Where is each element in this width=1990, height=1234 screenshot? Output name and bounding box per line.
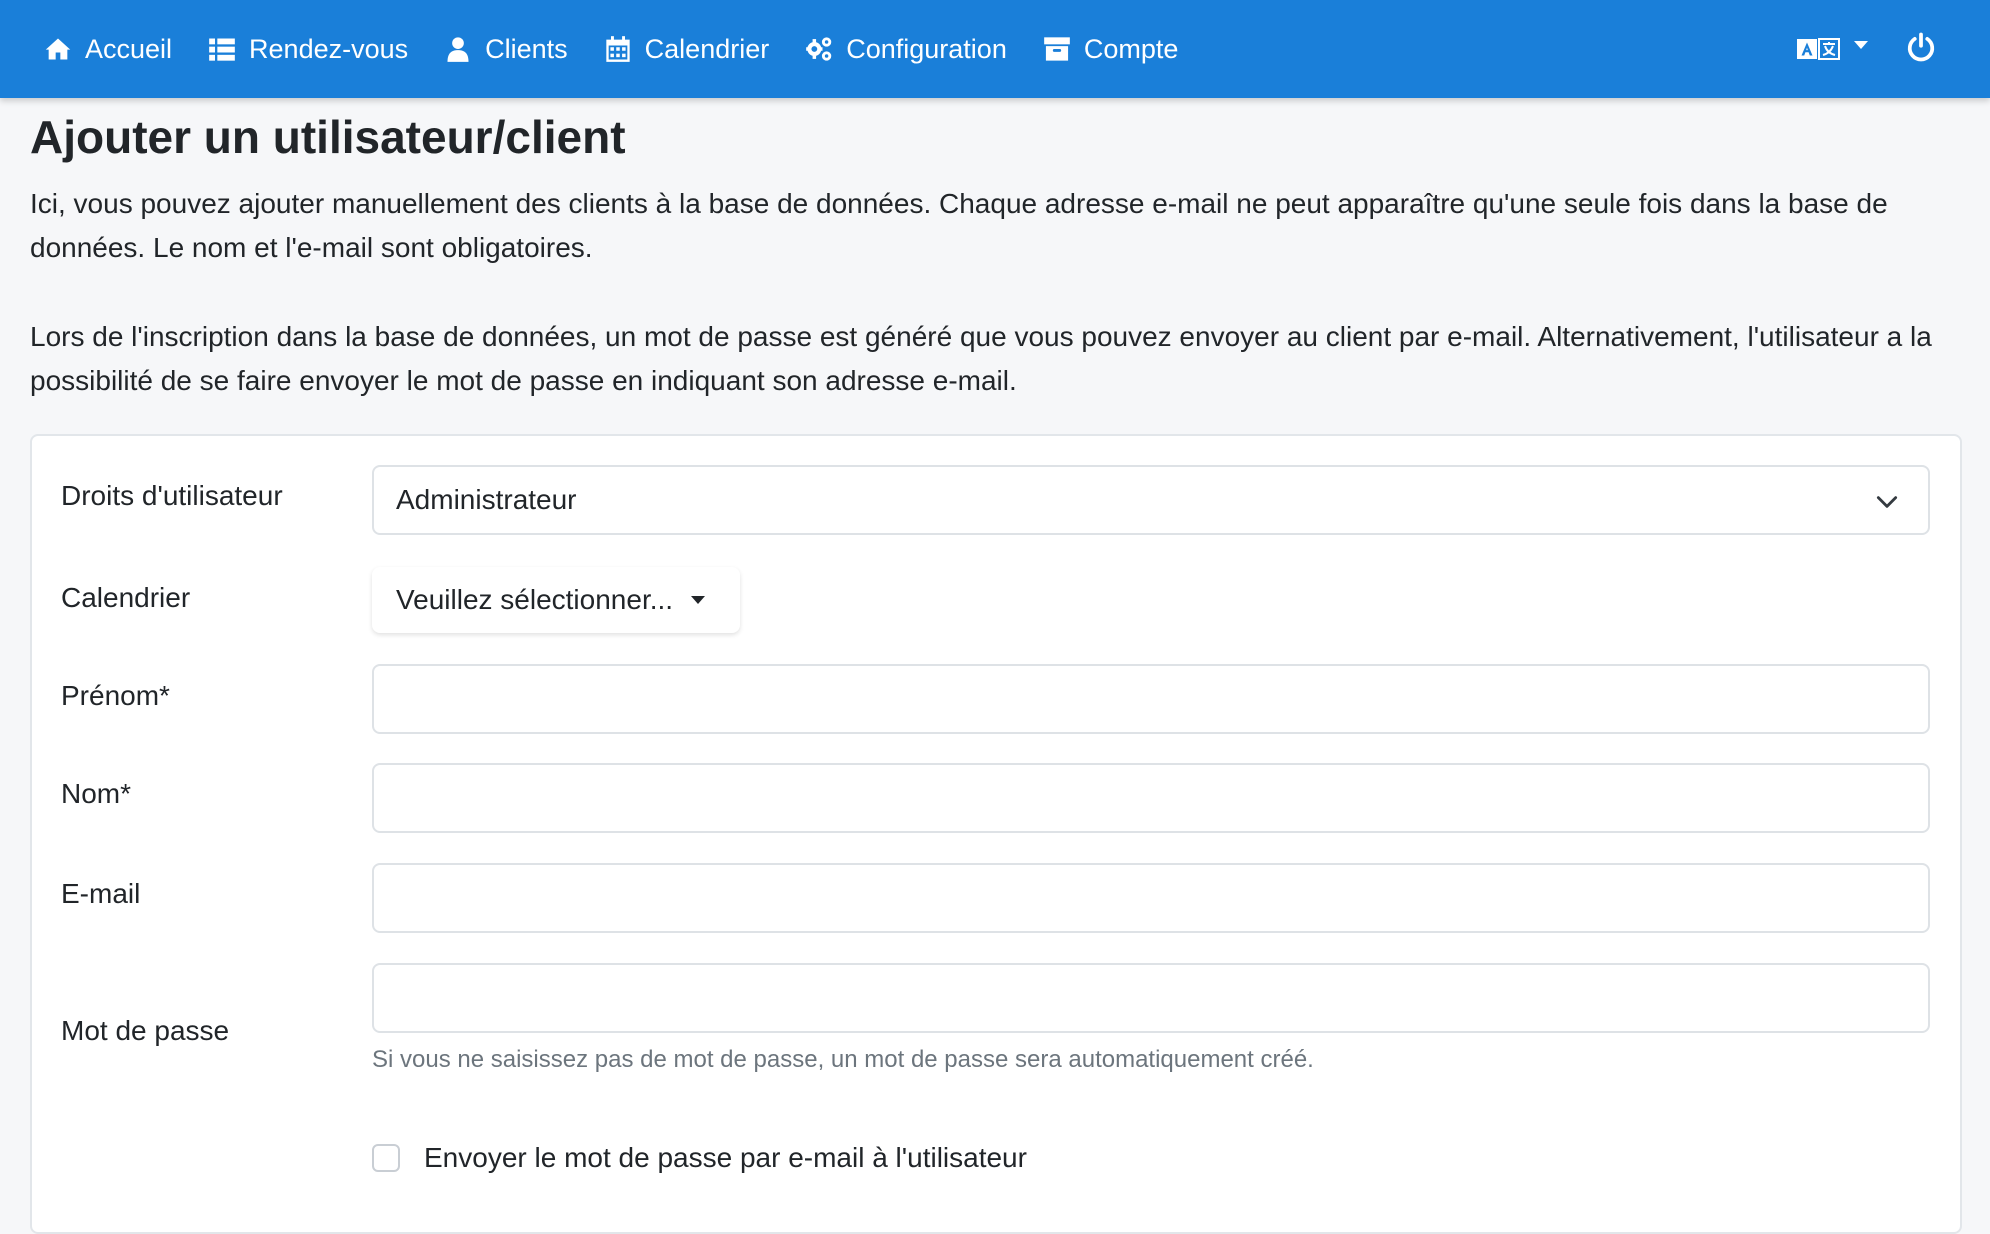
chevron-down-icon — [1876, 496, 1898, 508]
calendar-selected-value: Veuillez sélectionner... — [396, 584, 674, 615]
nav-item-compte[interactable]: Compte — [1043, 33, 1179, 65]
nav-item-configuration[interactable]: Configuration — [805, 34, 1007, 65]
nav-item-rendez-vous[interactable]: Rendez-vous — [208, 34, 408, 65]
rights-label: Droits d'utilisateur — [61, 480, 283, 511]
password-input[interactable] — [372, 963, 1930, 1033]
lastname-label: Nom* — [61, 778, 132, 809]
nav-item-label: Clients — [485, 33, 568, 64]
nav-item-clients[interactable]: Clients — [444, 34, 568, 65]
add-user-form-card — [30, 434, 1962, 1234]
calendar-dropdown[interactable]: Veuillez sélectionner... — [372, 567, 740, 633]
email-input[interactable] — [372, 863, 1930, 933]
list-icon — [209, 38, 235, 61]
password-label: Mot de passe — [61, 1015, 230, 1046]
firstname-input[interactable] — [372, 664, 1930, 734]
rights-select[interactable]: Administrateur — [372, 465, 1930, 535]
password-help-text: Si vous ne saisissez pas de mot de passe… — [372, 1046, 1314, 1073]
nav-item-accueil[interactable]: Accueil — [44, 34, 172, 65]
power-icon — [1907, 32, 1935, 61]
nav-item-label: Calendrier — [644, 33, 770, 64]
nav-item-label: Accueil — [85, 33, 173, 64]
nav-item-label: Configuration — [846, 33, 1007, 64]
language-icon — [1797, 38, 1840, 60]
nav-right — [1796, 32, 1990, 67]
calendar-icon — [606, 36, 630, 62]
nav-item-label: Rendez-vous — [249, 33, 409, 64]
nav-item-calendrier[interactable]: Calendrier — [604, 33, 770, 65]
rights-selected-value: Administrateur — [396, 484, 577, 515]
caret-down-icon — [691, 596, 706, 604]
lastname-input[interactable] — [372, 763, 1930, 833]
page-title: Ajouter un utilisateur/client — [30, 111, 626, 163]
email-label: E-mail — [61, 878, 141, 909]
intro-paragraph: Ici, vous pouvez ajouter manuellement de… — [30, 188, 1888, 263]
top-navbar: Accueil Rendez-vous Clients Calendrier C… — [0, 0, 1990, 98]
chevron-down-icon — [1854, 41, 1868, 49]
send-password-checkbox[interactable] — [372, 1144, 400, 1172]
language-dropdown[interactable] — [1796, 36, 1868, 62]
send-password-label[interactable]: Envoyer le mot de passe par e-mail à l'u… — [424, 1142, 1027, 1174]
archive-icon — [1044, 37, 1070, 61]
firstname-label: Prénom* — [61, 680, 170, 711]
send-password-row: Envoyer le mot de passe par e-mail à l'u… — [372, 1142, 1027, 1174]
intro-paragraph-password: Lors de l'inscription dans la base de do… — [30, 321, 1932, 396]
gears-icon — [806, 37, 832, 61]
calendar-label: Calendrier — [61, 582, 191, 613]
nav-menu: Accueil Rendez-vous Clients Calendrier C… — [0, 34, 1214, 65]
logout-button[interactable] — [1906, 32, 1936, 67]
nav-item-label: Compte — [1083, 33, 1179, 64]
user-icon — [447, 37, 469, 62]
home-icon — [45, 38, 71, 60]
